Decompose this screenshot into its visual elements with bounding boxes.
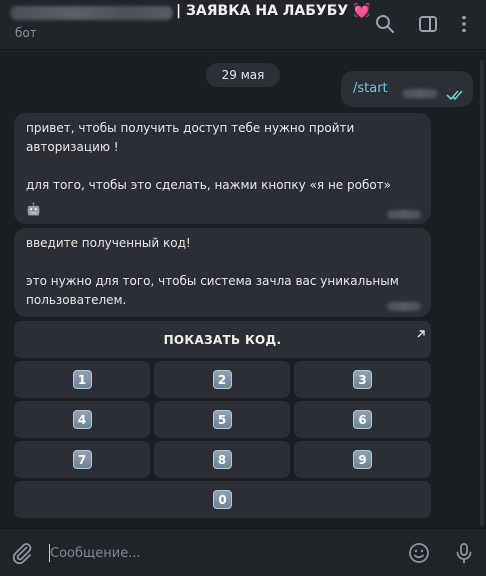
date-separator: 29 мая bbox=[206, 63, 280, 87]
digit-label: 4 bbox=[72, 410, 92, 429]
redacted-timestamp bbox=[402, 89, 438, 98]
message-line: введите полученный код! bbox=[26, 236, 191, 250]
message-line: для того, чтобы это сделать, нажми кнопк… bbox=[26, 178, 392, 192]
message-line: авторизацию ! bbox=[26, 140, 119, 154]
double-check-icon bbox=[446, 86, 466, 105]
digit-label: 8 bbox=[212, 450, 232, 469]
digit-button-7[interactable]: 7 bbox=[14, 441, 150, 478]
digit-label: 6 bbox=[353, 410, 372, 429]
message-composer bbox=[0, 528, 486, 576]
more-vertical-icon[interactable] bbox=[452, 12, 476, 36]
microphone-icon[interactable] bbox=[452, 541, 476, 569]
open-link-arrow-icon bbox=[416, 324, 426, 343]
digit-button-1[interactable]: 1 bbox=[14, 361, 150, 398]
digit-label: 0 bbox=[213, 490, 232, 509]
attach-icon[interactable] bbox=[10, 541, 34, 569]
outgoing-message-text: /start bbox=[353, 81, 388, 96]
digit-button-2[interactable]: 2 bbox=[154, 361, 290, 398]
search-icon[interactable] bbox=[373, 12, 397, 36]
digit-button-5[interactable]: 5 bbox=[154, 401, 290, 438]
digit-label: 5 bbox=[212, 410, 232, 429]
emoji-icon[interactable] bbox=[407, 541, 431, 569]
digit-label: 1 bbox=[72, 370, 92, 389]
show-code-label: ПОКАЗАТЬ КОД. bbox=[163, 332, 282, 347]
message-input[interactable] bbox=[50, 541, 390, 565]
chat-title[interactable]: | ЗАЯВКА НА ЛАБУБУ 💓 bbox=[176, 3, 371, 19]
incoming-message[interactable]: введите полученный код! это нужно для то… bbox=[14, 228, 431, 317]
digit-button-6[interactable]: 6 bbox=[294, 401, 431, 438]
digit-button-4[interactable]: 4 bbox=[14, 401, 150, 438]
digit-label: 3 bbox=[353, 370, 372, 389]
digit-label: 7 bbox=[72, 450, 92, 469]
redacted-chat-name bbox=[10, 6, 173, 20]
digit-button-8[interactable]: 8 bbox=[154, 441, 290, 478]
message-line: пользователем. bbox=[26, 293, 127, 307]
digit-label: 9 bbox=[353, 450, 372, 469]
message-line: это нужно для того, чтобы система зачла … bbox=[26, 274, 399, 288]
digit-button-9[interactable]: 9 bbox=[294, 441, 431, 478]
message-line: привет, чтобы получить доступ тебе нужно… bbox=[26, 121, 355, 135]
digit-label: 2 bbox=[212, 370, 232, 389]
digit-button-0[interactable]: 0 bbox=[14, 481, 431, 518]
message-line-empty bbox=[26, 253, 399, 272]
chat-scrollbar[interactable] bbox=[480, 60, 484, 526]
show-code-button[interactable]: ПОКАЗАТЬ КОД. bbox=[14, 321, 431, 358]
chat-header: | ЗАЯВКА НА ЛАБУБУ 💓 бот bbox=[0, 0, 486, 50]
message-line-empty bbox=[26, 157, 391, 176]
chat-subtitle: бот bbox=[15, 26, 37, 40]
sidebar-toggle-icon[interactable] bbox=[416, 12, 440, 36]
digit-button-3[interactable]: 3 bbox=[294, 361, 431, 398]
redacted-timestamp bbox=[387, 210, 421, 219]
redacted-timestamp bbox=[387, 302, 421, 311]
robot-emoji: 🤖 bbox=[26, 202, 41, 216]
incoming-message[interactable]: привет, чтобы получить доступ тебе нужно… bbox=[14, 113, 431, 224]
